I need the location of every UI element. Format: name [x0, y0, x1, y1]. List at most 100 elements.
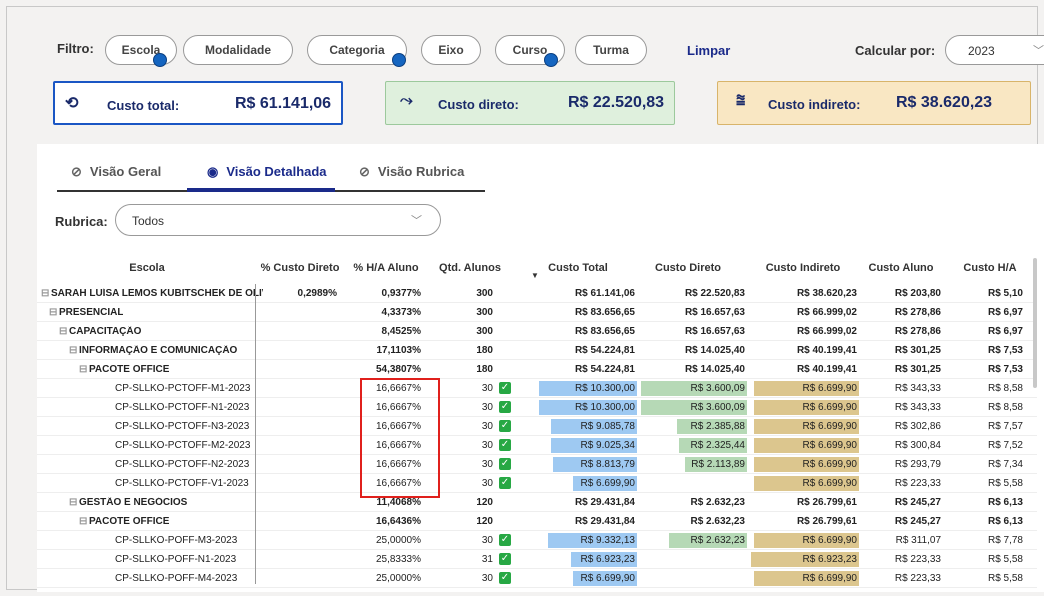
cell-custo-aluno: R$ 203,80: [894, 288, 941, 299]
cell-ha-aluno: 25,0000%: [375, 573, 421, 584]
active-tab-underline: [187, 188, 335, 192]
cell-ha-aluno: 54,3807%: [375, 364, 421, 375]
card-total-value: R$ 61.141,06: [235, 95, 332, 112]
col-custo-aluno[interactable]: Custo Aluno: [865, 262, 937, 274]
cell-custo-direto: R$ 3.600,09: [690, 383, 746, 394]
detail-panel: ⊘ Visão Geral ◉ Visão Detalhada ⊘ Visão Rub…: [37, 144, 1044, 592]
col-custo-indireto[interactable]: Custo Indireto: [753, 262, 853, 274]
rubrica-label: Rubrica:: [55, 214, 108, 229]
chevron-down-icon: ﹀: [411, 215, 422, 227]
cell-custo-aluno: R$ 278,86: [894, 307, 941, 318]
cell-qtd: 30: [481, 478, 493, 489]
clear-filters-button[interactable]: Limpar: [687, 43, 730, 58]
collapse-icon[interactable]: ⊟: [79, 516, 87, 527]
table-row[interactable]: CP-SLLKO-PCTOFF-V1-2023 16,6667% 30 ✓ R$ 6.6…: [37, 474, 1037, 493]
table-row[interactable]: ⊟ PACOTE OFFICE 54,3807% 180 R$ 54.224,81 R$ …: [37, 360, 1037, 379]
row-name: CAPACITAÇÃO: [69, 326, 142, 337]
table-row[interactable]: CP-SLLKO-PCTOFF-N3-2023 16,6667% 30 ✓ R$ 9.0…: [37, 417, 1037, 436]
collapse-icon[interactable]: ⊟: [69, 497, 77, 508]
cell-ha-aluno: 0,9377%: [381, 288, 421, 299]
cell-custo-ha: R$ 7,53: [987, 345, 1023, 356]
cell-custo-ha: R$ 6,97: [987, 307, 1023, 318]
table-row[interactable]: ⊟ PRESENCIAL 4,3373% 300 R$ 83.656,65 R$ 16.6…: [37, 303, 1037, 322]
cell-custo-ha: R$ 6,13: [987, 497, 1023, 508]
table-row[interactable]: ⊟ CAPACITAÇÃO 8,4525% 300 R$ 83.656,65 R$ 16.…: [37, 322, 1037, 341]
row-name: CP-SLLKO-PCTOFF-V1-2023: [115, 478, 249, 489]
col-custo-direto[interactable]: Custo Direto: [645, 262, 731, 274]
check-icon: ✓: [499, 401, 511, 413]
cell-qtd: 30: [481, 459, 493, 470]
col-custo-ha[interactable]: Custo H/A: [957, 262, 1023, 274]
table-row[interactable]: ⊟ PACOTE OFFICE 16,6436% 120 R$ 29.431,84 R$ …: [37, 512, 1037, 531]
collapse-icon[interactable]: ⊟: [79, 364, 87, 375]
cell-custo-total: R$ 10.300,00: [574, 383, 635, 394]
collapse-icon[interactable]: ⊟: [59, 326, 67, 337]
cell-custo-total: R$ 9.332,13: [580, 535, 636, 546]
cell-custo-ha: R$ 5,58: [987, 573, 1023, 584]
cell-ha-aluno: 25,8333%: [375, 554, 421, 565]
cell-qtd: 300: [476, 326, 493, 337]
col-qtd-alunos[interactable]: Qtd. Alunos: [433, 262, 507, 274]
sort-desc-icon[interactable]: ▼: [531, 271, 539, 280]
cell-custo-indireto: R$ 6.699,90: [802, 459, 858, 470]
collapse-icon[interactable]: ⊟: [49, 307, 57, 318]
col-escola[interactable]: Escola: [107, 262, 187, 274]
card-custo-direto: ⤳ Custo direto: R$ 22.520,83: [385, 81, 675, 125]
check-icon: ✓: [499, 382, 511, 394]
tab-visao-rubrica[interactable]: ⊘ Visão Rubrica: [359, 164, 464, 180]
table-row[interactable]: CP-SLLKO-PCTOFF-N1-2023 16,6667% 30 ✓ R$ 10.…: [37, 398, 1037, 417]
table-row[interactable]: CP-SLLKO-PCTOFF-M1-2023 16,6667% 30 ✓ R$ 10.…: [37, 379, 1037, 398]
row-name: CP-SLLKO-POFF-N1-2023: [115, 554, 237, 565]
col-pct-custo-direto[interactable]: % Custo Direto: [259, 262, 341, 274]
table-row[interactable]: ⊟ GESTÃO E NEGÓCIOS 11,4068% 120 R$ 29.431,8…: [37, 493, 1037, 512]
scrollbar[interactable]: [1033, 258, 1037, 388]
row-name: CP-SLLKO-PCTOFF-M1-2023: [115, 383, 251, 394]
cell-custo-direto: R$ 2.632,23: [690, 535, 746, 546]
card-indireto-value: R$ 38.620,23: [896, 94, 993, 111]
tab-visao-detalhada[interactable]: ◉ Visão Detalhada: [207, 164, 327, 180]
cell-custo-direto: R$ 3.600,09: [690, 402, 746, 413]
cell-qtd: 31: [481, 554, 493, 565]
cell-custo-indireto: R$ 6.699,90: [802, 573, 858, 584]
collapse-icon[interactable]: ⊟: [69, 345, 77, 356]
year-select[interactable]: 2023 ﹀: [945, 35, 1044, 65]
row-name: CP-SLLKO-PCTOFF-N3-2023: [115, 421, 250, 432]
col-custo-total[interactable]: Custo Total: [537, 262, 619, 274]
check-icon: ✓: [499, 458, 511, 470]
rubrica-select[interactable]: Todos ﹀: [115, 204, 441, 236]
cell-custo-aluno: R$ 245,27: [894, 516, 941, 527]
collapse-icon[interactable]: ⊟: [41, 288, 49, 299]
cell-ha-aluno: 25,0000%: [375, 535, 421, 546]
view-tabs: ⊘ Visão Geral ◉ Visão Detalhada ⊘ Visão Rub…: [57, 158, 485, 192]
cell-custo-ha: R$ 7,34: [987, 459, 1023, 470]
cell-qtd: 30: [481, 383, 493, 394]
cell-qtd: 30: [481, 402, 493, 413]
tab-visao-geral[interactable]: ⊘ Visão Geral: [71, 164, 161, 180]
cell-qtd: 30: [481, 440, 493, 451]
cell-custo-aluno: R$ 343,33: [894, 402, 941, 413]
table-row[interactable]: ⊟ SARAH LUÍSA LEMOS KUBITSCHEK DE OLIV...…: [37, 284, 1037, 303]
cell-qtd: 300: [476, 307, 493, 318]
cell-qtd: 180: [476, 345, 493, 356]
cell-custo-indireto: R$ 6.923,23: [802, 554, 858, 565]
cell-custo-total: R$ 54.224,81: [574, 364, 635, 375]
row-name: CP-SLLKO-PCTOFF-N1-2023: [115, 402, 250, 413]
filter-eixo[interactable]: Eixo: [421, 35, 481, 65]
cell-custo-total: R$ 10.300,00: [574, 402, 635, 413]
cell-custo-ha: R$ 6,97: [987, 326, 1023, 337]
table-row[interactable]: CP-SLLKO-POFF-N1-2023 25,8333% 31 ✓ R$ 6.923…: [37, 550, 1037, 569]
cell-custo-ha: R$ 8,58: [987, 383, 1023, 394]
row-name: CP-SLLKO-PCTOFF-M2-2023: [115, 440, 251, 451]
cell-custo-indireto: R$ 6.699,90: [802, 440, 858, 451]
table-row[interactable]: CP-SLLKO-POFF-M4-2023 25,0000% 30 ✓ R$ 6.699…: [37, 569, 1037, 588]
filter-turma[interactable]: Turma: [575, 35, 647, 65]
table-row[interactable]: CP-SLLKO-PCTOFF-M2-2023 16,6667% 30 ✓ R$ 9.0…: [37, 436, 1037, 455]
col-ha-aluno[interactable]: % H/A Aluno: [347, 262, 425, 274]
table-row[interactable]: CP-SLLKO-POFF-M3-2023 25,0000% 30 ✓ R$ 9.332…: [37, 531, 1037, 550]
filter-escola-indicator: [153, 53, 167, 67]
check-icon: ✓: [499, 534, 511, 546]
filter-modalidade[interactable]: Modalidade: [183, 35, 293, 65]
table-row[interactable]: ⊟ INFORMAÇÃO E COMUNICAÇÃO 17,1103% 180 R$ 5…: [37, 341, 1037, 360]
cell-ha-aluno: 8,4525%: [381, 326, 421, 337]
table-row[interactable]: CP-SLLKO-PCTOFF-N2-2023 16,6667% 30 ✓ R$ 8.8…: [37, 455, 1037, 474]
